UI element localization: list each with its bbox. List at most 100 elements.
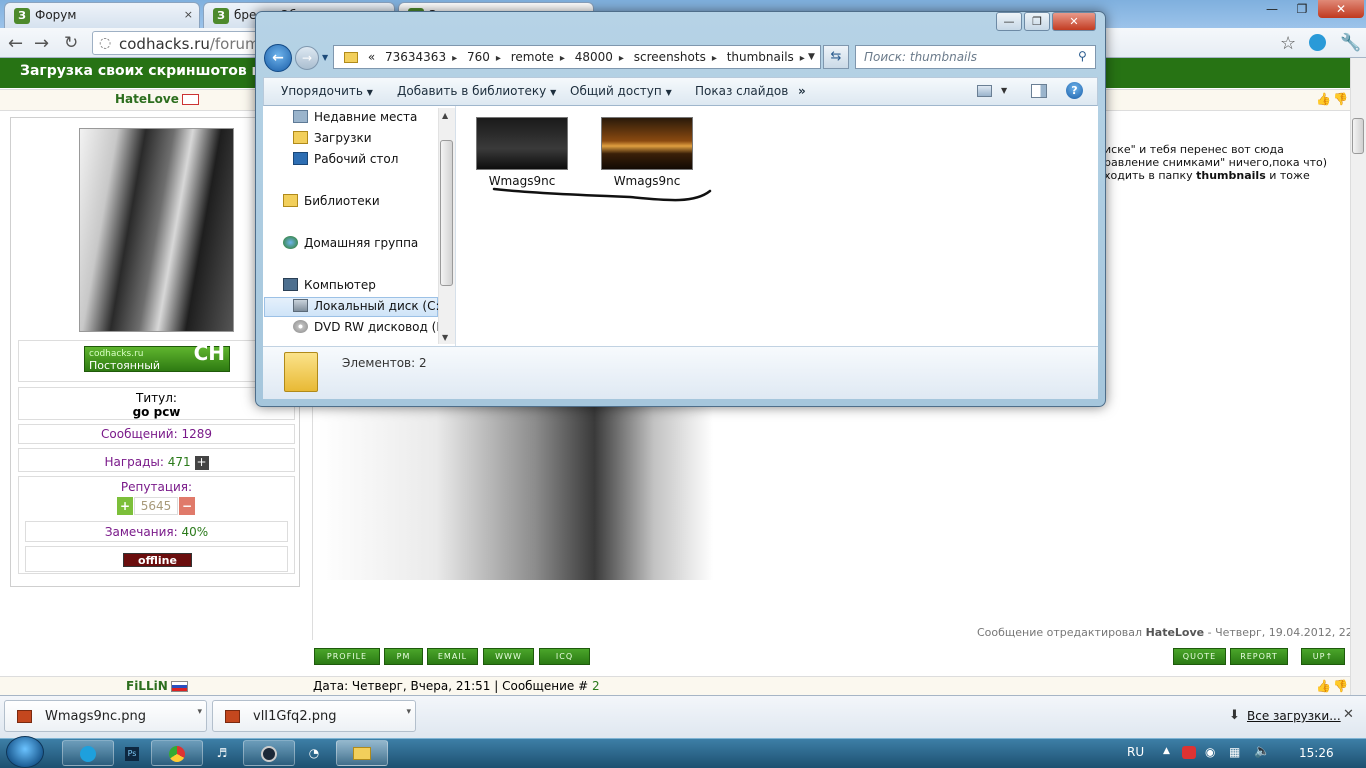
file-thumbnail[interactable] [476,117,568,170]
wrench-icon[interactable]: 🔧 [1340,33,1361,53]
nav-downloads[interactable]: Загрузки [284,128,438,148]
chrome-icon[interactable] [151,740,203,766]
reputation-plus-button[interactable]: + [117,497,133,515]
tab-close-icon[interactable]: × [184,8,193,21]
file-thumbnail[interactable] [601,117,693,170]
breadcrumb[interactable]: « 73634363 ▸ 760 ▸ remote ▸ 48000 ▸ screensh… [333,45,821,69]
breadcrumb-item[interactable]: 760 [467,50,490,64]
nav-local-disk[interactable]: Локальный диск (C:) [284,296,444,316]
post2-author[interactable]: FiLLiN [126,679,188,693]
back-icon[interactable]: ← [8,33,23,54]
clock[interactable]: 15:26 [1299,746,1334,760]
rate-up-icon[interactable]: 👍 [1316,679,1331,693]
awards-value[interactable]: 471 [168,455,191,469]
tray-expand-icon[interactable]: ▲ [1163,746,1170,756]
skype-extension-icon[interactable] [1309,34,1326,51]
download-item[interactable]: Wmags9nc.png ▾ [4,700,207,732]
breadcrumb-item[interactable]: remote [511,50,554,64]
app-icon[interactable]: ◔ [298,740,330,766]
nav-computer[interactable]: Компьютер [274,275,428,295]
skype-icon[interactable] [62,740,114,766]
rate-up-icon[interactable]: 👍 [1316,92,1331,106]
search-input[interactable]: Поиск: thumbnails [855,45,1096,69]
address-bar[interactable]: ◌ codhacks.ru/forum/16 [92,31,260,55]
quote-button[interactable]: QUOTE [1173,648,1226,665]
add-to-library-menu[interactable]: Добавить в библиотеку ▼ [397,84,556,98]
post-author[interactable]: HateLove [115,92,199,106]
chevron-down-icon[interactable]: ▾ [197,707,202,717]
profile-button[interactable]: PROFILE [314,648,380,665]
chevron-right-icon[interactable]: ▸ [496,53,501,64]
reputation-minus-button[interactable]: − [179,497,195,515]
language-indicator[interactable]: RU [1127,745,1144,759]
download-item[interactable]: vlI1Gfq2.png ▾ [212,700,416,732]
browser-minimize-button[interactable]: — [1258,0,1286,18]
close-icon[interactable]: ✕ [1343,707,1354,722]
back-icon[interactable]: ← [264,44,292,72]
tray-app-icon[interactable]: ◉ [1205,745,1215,759]
nav-dvd-drive[interactable]: DVD RW дисковод (D:) [284,317,454,337]
chevron-right-icon[interactable]: ▸ [712,53,717,64]
photoshop-icon[interactable]: Ps [116,740,148,766]
rate-down-icon[interactable]: 👎 [1333,92,1348,106]
forward-icon[interactable]: → [34,33,49,54]
more-commands-button[interactable]: » [798,84,806,98]
browser-close-button[interactable]: ✕ [1318,0,1364,18]
steam-icon[interactable] [243,740,295,766]
breadcrumb-item[interactable]: screenshots [634,50,706,64]
network-icon[interactable]: ▦ [1229,745,1240,759]
windows-start-icon[interactable] [6,736,44,768]
help-icon[interactable]: ? [1066,82,1083,99]
messages-count[interactable]: Сообщений: 1289 [18,424,295,444]
search-icon[interactable]: ⚲ [1078,49,1087,63]
up-button[interactable]: UP↑ [1301,648,1345,665]
add-award-icon[interactable]: + [194,455,209,470]
breadcrumb-item[interactable]: 48000 [575,50,613,64]
star-icon[interactable]: ☆ [1280,33,1296,54]
explorer-minimize-button[interactable]: — [996,12,1022,31]
chevron-down-icon[interactable]: ▾ [406,707,411,717]
tab-forum[interactable]: З Форум × [4,2,200,28]
explorer-close-button[interactable]: ✕ [1052,12,1096,31]
browser-maximize-button[interactable]: ❐ [1288,0,1316,18]
slideshow-button[interactable]: Показ слайдов [695,84,788,98]
pane-icon[interactable] [1031,84,1047,98]
www-button[interactable]: WWW [483,648,534,665]
pm-button[interactable]: PM [384,648,423,665]
tool-icon[interactable]: ♬ [206,740,238,766]
chevron-right-icon[interactable]: ▸ [800,53,805,64]
recent-pages-icon[interactable]: ▼ [322,53,328,62]
nav-libraries[interactable]: Библиотеки [274,191,428,211]
organize-menu[interactable]: Упорядочить ▼ [281,84,373,98]
page-scroll-thumb[interactable] [1352,118,1364,154]
report-button[interactable]: REPORT [1230,648,1288,665]
scroll-down-icon[interactable]: ▼ [442,333,448,342]
tray-app-icon[interactable] [1182,746,1196,759]
breadcrumb-overflow[interactable]: « [368,50,375,64]
breadcrumb-item-current[interactable]: thumbnails [727,50,794,64]
view-icon[interactable] [977,85,992,97]
chevron-right-icon[interactable]: ▸ [560,53,565,64]
share-menu[interactable]: Общий доступ ▼ [570,84,672,98]
explorer-icon[interactable] [336,740,388,766]
explorer-maximize-button[interactable]: ❐ [1024,12,1050,31]
scroll-up-icon[interactable]: ▲ [442,111,448,120]
chevron-right-icon[interactable]: ▸ [452,53,457,64]
chevron-right-icon[interactable]: ▸ [619,53,624,64]
chevron-down-icon[interactable]: ▼ [1001,86,1007,95]
volume-icon[interactable]: 🔈 [1254,744,1270,759]
chevron-down-icon[interactable]: ▼ [808,52,815,62]
all-downloads-link[interactable]: Все загрузки... [1247,709,1341,723]
nav-homegroup[interactable]: Домашняя группа [274,233,428,253]
refresh-icon[interactable]: ⇆ [823,45,849,69]
breadcrumb-item[interactable]: 73634363 [385,50,446,64]
email-button[interactable]: EMAIL [427,648,478,665]
icq-button[interactable]: ICQ [539,648,590,665]
rate-down-icon[interactable]: 👎 [1333,679,1348,693]
forward-icon[interactable]: → [295,46,319,70]
post2-number[interactable]: 2 [592,679,600,693]
nav-recent-places[interactable]: Недавние места [284,107,438,127]
reload-icon[interactable]: ↻ [64,33,78,53]
nav-desktop[interactable]: Рабочий стол [284,149,438,169]
nav-scroll-thumb[interactable] [440,140,453,286]
